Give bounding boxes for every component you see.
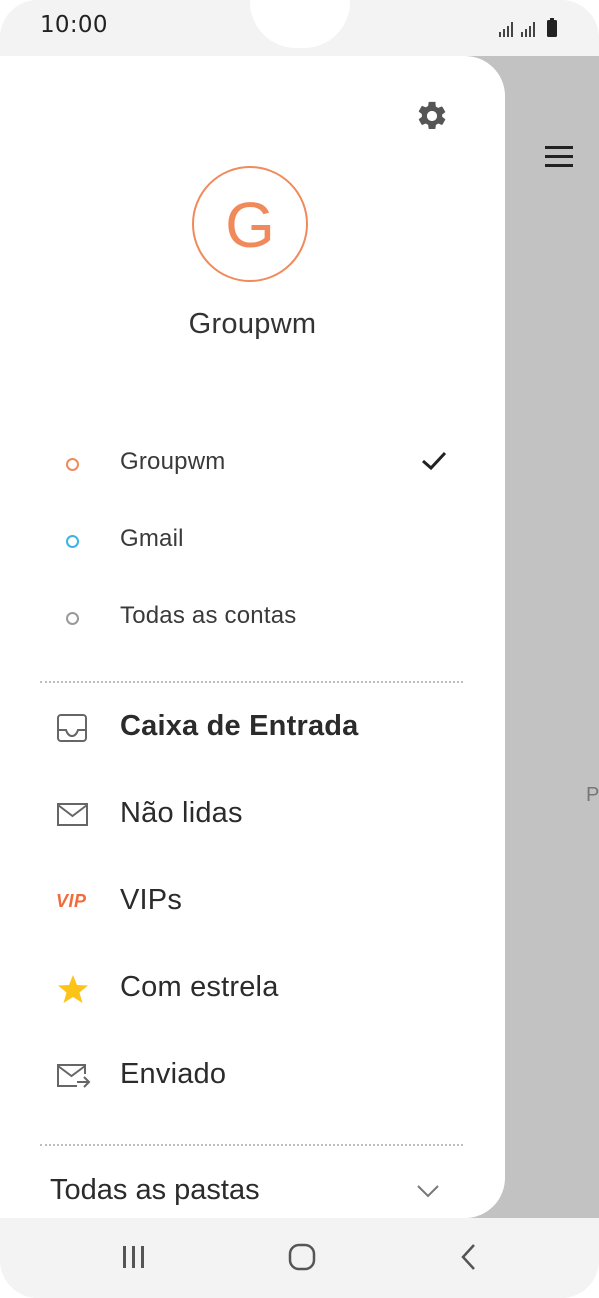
background-partial-text: P (586, 784, 599, 806)
all-folders-expander[interactable]: Todas as pastas (0, 1164, 505, 1214)
system-navigation-bar (0, 1218, 599, 1298)
folder-label: Caixa de Entrada (120, 710, 359, 742)
account-item-all[interactable]: Todas as contas (0, 590, 505, 650)
vip-icon: VIP (56, 891, 87, 911)
all-folders-label: Todas as pastas (50, 1174, 260, 1206)
folder-label: VIPs (120, 884, 183, 916)
folder-item-vips[interactable]: VIP VIPs (0, 867, 505, 937)
phone-screen: 10:00 P G Groupwm Groupwm Gmail Todas as… (0, 0, 599, 1298)
account-item-groupwm[interactable]: Groupwm (0, 436, 505, 496)
back-icon[interactable] (450, 1240, 490, 1274)
star-icon (58, 975, 88, 1003)
account-avatar[interactable]: G (192, 166, 308, 282)
recents-icon[interactable] (114, 1240, 154, 1274)
folder-label: Com estrela (120, 971, 279, 1003)
section-divider (40, 681, 463, 683)
folder-item-sent[interactable]: Enviado (0, 1041, 505, 1111)
account-item-gmail[interactable]: Gmail (0, 513, 505, 573)
folder-item-unread[interactable]: Não lidas (0, 780, 505, 850)
signal-battery-icon (499, 18, 557, 37)
folder-label: Enviado (120, 1058, 227, 1090)
account-dot-icon (66, 458, 79, 471)
hamburger-menu-icon[interactable] (545, 144, 573, 170)
account-dot-icon (66, 612, 79, 625)
account-label: Gmail (120, 525, 184, 552)
chevron-down-icon (417, 1185, 439, 1198)
navigation-drawer: G Groupwm Groupwm Gmail Todas as contas (0, 56, 505, 1218)
folder-item-inbox[interactable]: Caixa de Entrada (0, 693, 505, 763)
folder-label: Não lidas (120, 797, 243, 829)
status-bar: 10:00 (0, 0, 599, 56)
status-time: 10:00 (40, 12, 108, 38)
profile-name: Groupwm (188, 308, 317, 340)
envelope-icon (57, 803, 88, 826)
inbox-icon (57, 714, 87, 742)
sent-icon (57, 1064, 91, 1088)
avatar-letter: G (225, 189, 275, 261)
account-label: Todas as contas (120, 602, 297, 629)
account-dot-icon (66, 535, 79, 548)
camera-notch (250, 0, 350, 48)
home-icon[interactable] (282, 1240, 322, 1274)
section-divider (40, 1144, 463, 1146)
settings-gear-icon[interactable] (415, 99, 449, 133)
account-label: Groupwm (120, 448, 226, 475)
checkmark-icon (422, 451, 447, 471)
folder-item-starred[interactable]: Com estrela (0, 954, 505, 1024)
